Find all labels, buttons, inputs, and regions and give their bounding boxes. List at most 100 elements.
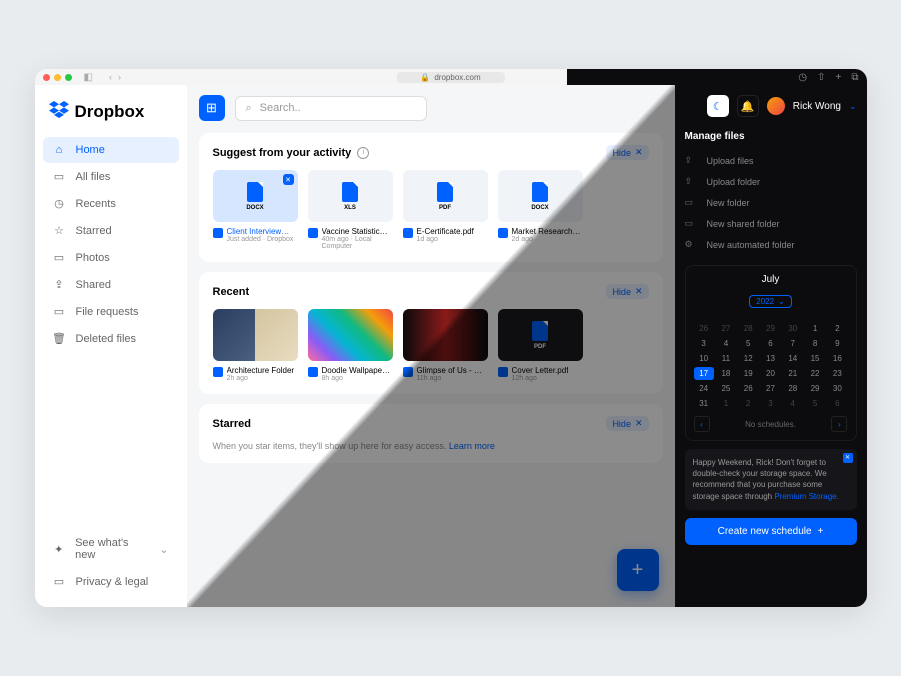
calendar-day[interactable]: 14 xyxy=(783,352,803,365)
hide-button[interactable]: Hide✕ xyxy=(606,284,648,299)
manage-item-upload-files[interactable]: ⇪Upload files xyxy=(685,150,857,171)
calendar-day[interactable]: 24 xyxy=(694,382,714,395)
hide-button[interactable]: Hide✕ xyxy=(606,416,648,431)
calendar-day[interactable]: 25 xyxy=(716,382,736,395)
sidebar-item-recents[interactable]: ◷Recents xyxy=(43,190,179,217)
calendar-day[interactable]: 11 xyxy=(716,352,736,365)
logo[interactable]: Dropbox xyxy=(43,97,179,137)
calendar-day[interactable]: 2 xyxy=(738,397,758,410)
calendar-day[interactable]: 20 xyxy=(760,367,780,380)
sidebar-item-home[interactable]: ⌂Home xyxy=(43,137,179,163)
sidebar-item-see-what's-new[interactable]: ✦See what's new⌄ xyxy=(43,530,179,568)
calendar-day[interactable]: 27 xyxy=(760,382,780,395)
calendar-day[interactable]: 30 xyxy=(827,382,847,395)
manage-item-new-folder[interactable]: ▭New folder xyxy=(685,192,857,213)
calendar-day[interactable]: 3 xyxy=(760,397,780,410)
window-controls[interactable] xyxy=(43,74,72,81)
calendar-day[interactable]: 31 xyxy=(694,397,714,410)
file-card[interactable]: ✕DOCXClient Interview…Just added · Dropb… xyxy=(213,170,298,250)
sidebar-toggle-icon[interactable]: ◧ xyxy=(84,72,93,83)
url-bar[interactable]: 🔒 dropbox.com xyxy=(396,72,504,83)
hide-button[interactable]: Hide✕ xyxy=(606,145,648,160)
close-icon[interactable]: ✕ xyxy=(843,453,853,463)
learn-more-link[interactable]: Learn more xyxy=(449,441,495,451)
file-card[interactable]: Glimpse of Us - …11h ago xyxy=(403,309,488,382)
sidebar-item-deleted-files[interactable]: 🗑Deleted files xyxy=(43,325,179,352)
sidebar-item-file-requests[interactable]: ▭File requests xyxy=(43,298,179,325)
file-card[interactable]: Doodle Wallpaper.png8h ago xyxy=(308,309,393,382)
calendar-day[interactable]: 8 xyxy=(805,337,825,350)
calendar-day[interactable]: 28 xyxy=(738,322,758,335)
nav-label: Deleted files xyxy=(76,333,137,345)
calendar-day[interactable]: 26 xyxy=(738,382,758,395)
calendar-day[interactable]: 1 xyxy=(805,322,825,335)
calendar-day[interactable]: 6 xyxy=(827,397,847,410)
manage-item-upload-folder[interactable]: ⇪Upload folder xyxy=(685,171,857,192)
sidebar-item-privacy-&-legal[interactable]: ▭Privacy & legal xyxy=(43,568,179,595)
file-card[interactable]: XLSVaccine Statistics.xls40m ago · Local… xyxy=(308,170,393,250)
manage-item-new-automated-folder[interactable]: ⚙New automated folder xyxy=(685,234,857,255)
file-card[interactable]: Architecture Folder2h ago xyxy=(213,309,298,382)
sidebar-item-shared[interactable]: ⇪Shared xyxy=(43,271,179,298)
manage-item-new-shared-folder[interactable]: ▭New shared folder xyxy=(685,213,857,234)
search-input[interactable]: ⌕ Search.. xyxy=(235,96,427,121)
year-selector[interactable]: 2022 ⌄ xyxy=(749,295,792,308)
chevron-down-icon[interactable]: ⌄ xyxy=(849,101,857,112)
info-icon[interactable]: i xyxy=(357,147,369,159)
calendar-day[interactable]: 15 xyxy=(805,352,825,365)
calendar-next[interactable]: › xyxy=(831,416,847,432)
apps-button[interactable]: ⊞ xyxy=(199,95,225,121)
calendar-day[interactable]: 27 xyxy=(716,322,736,335)
calendar-day[interactable]: 28 xyxy=(783,382,803,395)
calendar-day[interactable]: 9 xyxy=(827,337,847,350)
plus-icon[interactable]: + xyxy=(836,72,842,83)
calendar-day[interactable]: 30 xyxy=(783,322,803,335)
calendar-day[interactable]: 4 xyxy=(716,337,736,350)
calendar-day[interactable]: 13 xyxy=(760,352,780,365)
calendar-day[interactable]: 16 xyxy=(827,352,847,365)
calendar-day[interactable]: 18 xyxy=(716,367,736,380)
sidebar-item-photos[interactable]: ▭Photos xyxy=(43,244,179,271)
file-card[interactable]: PDFE-Certificate.pdf1d ago xyxy=(403,170,488,250)
nav-label: Privacy & legal xyxy=(76,576,149,588)
calendar-day[interactable]: 29 xyxy=(760,322,780,335)
file-card[interactable]: DOCXMarket Research…2d ago xyxy=(498,170,583,250)
file-type-icon xyxy=(213,228,223,238)
calendar-day[interactable]: 7 xyxy=(783,337,803,350)
sidebar-item-all-files[interactable]: ▭All files xyxy=(43,163,179,190)
calendar-day[interactable]: 26 xyxy=(694,322,714,335)
forward-button[interactable]: › xyxy=(118,72,121,82)
calendar-day[interactable]: 10 xyxy=(694,352,714,365)
back-button[interactable]: ‹ xyxy=(109,72,112,82)
starred-empty-text: When you star items, they'll show up her… xyxy=(213,441,449,451)
calendar-day[interactable]: 17 xyxy=(694,367,714,380)
calendar-day[interactable]: 29 xyxy=(805,382,825,395)
calendar-day[interactable]: 5 xyxy=(805,397,825,410)
notifications-button[interactable]: 🔔 xyxy=(737,95,759,117)
calendar-day[interactable]: 5 xyxy=(738,337,758,350)
avatar[interactable] xyxy=(767,97,785,115)
calendar-day[interactable]: 19 xyxy=(738,367,758,380)
share-icon[interactable]: ⇧ xyxy=(817,72,825,83)
copy-icon[interactable]: ⧉ xyxy=(851,72,858,83)
file-card[interactable]: PDFCover Letter.pdf12h ago xyxy=(498,309,583,382)
close-icon[interactable]: ✕ xyxy=(283,174,294,185)
file-icon xyxy=(342,182,358,202)
calendar-day[interactable]: 1 xyxy=(716,397,736,410)
clock-icon[interactable]: ◷ xyxy=(798,72,807,83)
calendar-prev[interactable]: ‹ xyxy=(694,416,710,432)
theme-toggle[interactable]: ☾ xyxy=(707,95,729,117)
create-schedule-button[interactable]: Create new schedule+ xyxy=(685,518,857,545)
calendar-day[interactable]: 12 xyxy=(738,352,758,365)
sidebar-item-starred[interactable]: ☆Starred xyxy=(43,217,179,244)
calendar-day[interactable]: 22 xyxy=(805,367,825,380)
calendar-day[interactable]: 6 xyxy=(760,337,780,350)
calendar-day[interactable]: 2 xyxy=(827,322,847,335)
calendar-day[interactable]: 23 xyxy=(827,367,847,380)
action-icon: ⚙ xyxy=(685,239,697,250)
calendar-day[interactable]: 4 xyxy=(783,397,803,410)
calendar-day[interactable]: 21 xyxy=(783,367,803,380)
premium-storage-link[interactable]: Premium Storage. xyxy=(774,492,838,501)
add-fab[interactable]: + xyxy=(617,549,659,591)
calendar-day[interactable]: 3 xyxy=(694,337,714,350)
